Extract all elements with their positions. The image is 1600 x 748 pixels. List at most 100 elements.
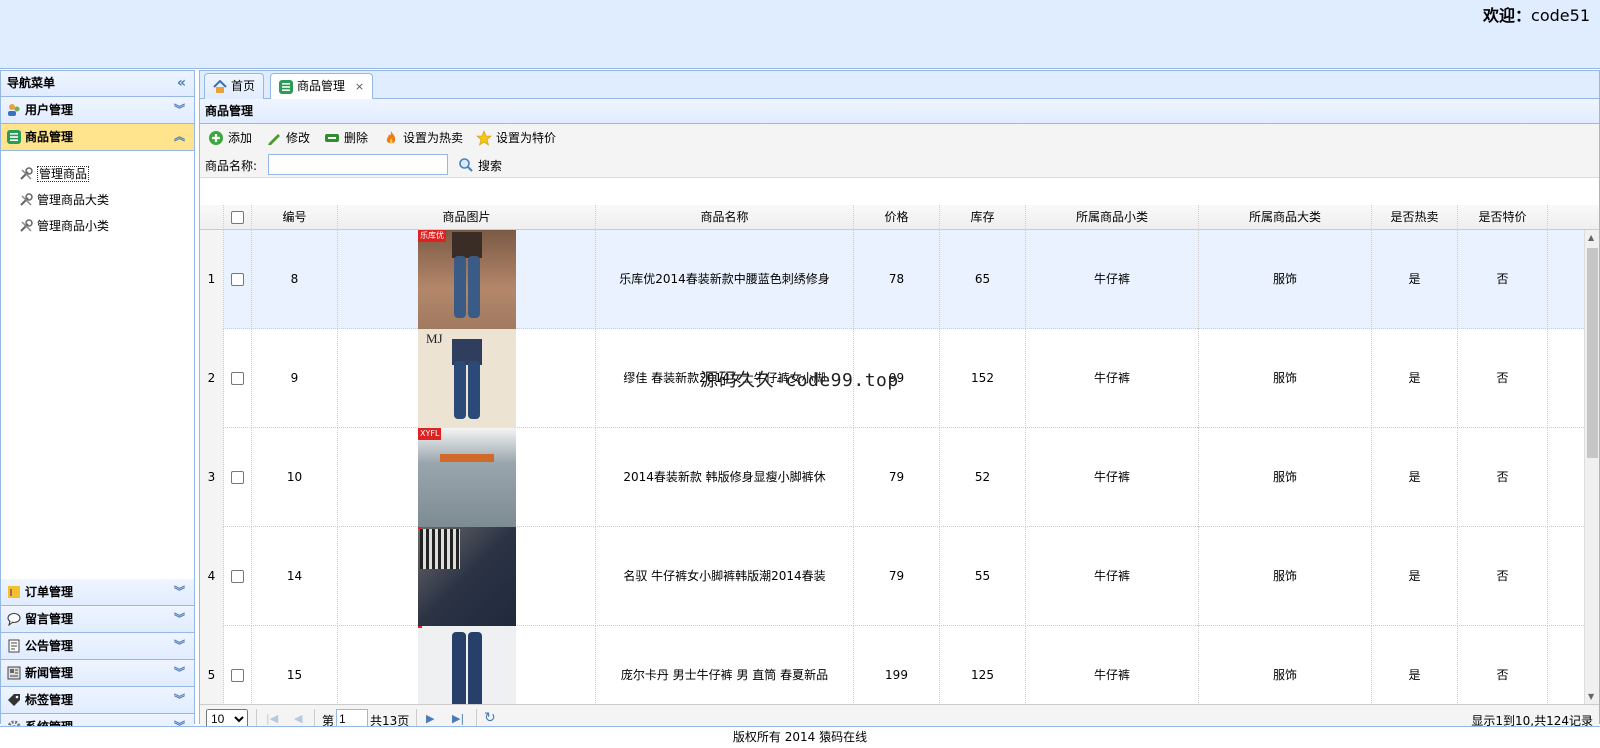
row-checkbox-cell[interactable] bbox=[224, 230, 252, 329]
order-icon bbox=[8, 586, 20, 598]
nav-section-order[interactable]: 订单管理 ︾ bbox=[1, 579, 194, 606]
cell-image: XYFL bbox=[338, 428, 596, 527]
search-icon bbox=[459, 158, 473, 172]
prev-page-icon[interactable]: ◀ bbox=[294, 712, 302, 725]
header-category[interactable]: 所属商品大类 bbox=[1199, 205, 1372, 230]
user-icon bbox=[8, 104, 20, 116]
tools-icon bbox=[20, 193, 33, 206]
product-image: MJ bbox=[418, 329, 516, 428]
row-checkbox[interactable] bbox=[231, 372, 244, 385]
header-subcategory[interactable]: 所属商品小类 bbox=[1026, 205, 1199, 230]
tools-icon bbox=[20, 167, 33, 180]
header-price[interactable]: 价格 bbox=[854, 205, 940, 230]
row-checkbox-cell[interactable] bbox=[224, 626, 252, 704]
set-hot-label: 设置为热卖 bbox=[403, 131, 464, 145]
cell-special: 否 bbox=[1458, 230, 1548, 329]
cell-subcategory: 牛仔裤 bbox=[1026, 626, 1199, 704]
row-checkbox-cell[interactable] bbox=[224, 428, 252, 527]
nav-section-tag[interactable]: 标签管理 ︾ bbox=[1, 687, 194, 714]
set-special-button[interactable]: 设置为特价 bbox=[476, 129, 556, 147]
table-row[interactable]: 4 14 名驭 牛仔裤女小脚裤韩版潮2014春装 79 55 牛仔裤 服饰 是 … bbox=[200, 527, 1584, 626]
nav-section-message[interactable]: 留言管理 ︾ bbox=[1, 606, 194, 633]
row-checkbox[interactable] bbox=[231, 273, 244, 286]
row-checkbox[interactable] bbox=[231, 570, 244, 583]
submenu-manage-goods[interactable]: 管理商品 bbox=[1, 161, 194, 187]
welcome-text: 欢迎：code51 bbox=[1483, 2, 1590, 26]
last-page-icon[interactable]: ▶| bbox=[452, 712, 464, 725]
list-icon bbox=[7, 130, 21, 144]
cell-subcategory: 牛仔裤 bbox=[1026, 428, 1199, 527]
refresh-icon[interactable]: ↻ bbox=[484, 710, 496, 726]
search-button[interactable]: 搜索 bbox=[458, 157, 502, 174]
chevron-down-icon: ︾ bbox=[174, 693, 185, 706]
notice-icon bbox=[8, 639, 20, 653]
nav-section-goods[interactable]: 商品管理 ︽ bbox=[1, 124, 194, 151]
row-checkbox-cell[interactable] bbox=[224, 329, 252, 428]
cell-stock: 125 bbox=[940, 626, 1026, 704]
row-checkbox[interactable] bbox=[231, 471, 244, 484]
image-tag: MJ bbox=[426, 331, 443, 346]
grid-scrollbar[interactable]: ▲ ▼ bbox=[1584, 230, 1599, 704]
table-row[interactable]: 1 8 乐库优 乐库优2014春装新款中腰蓝色刺绣修身 78 65 牛仔裤 服饰… bbox=[200, 230, 1584, 329]
scroll-down-icon[interactable]: ▼ bbox=[1588, 692, 1594, 701]
header-stock[interactable]: 库存 bbox=[940, 205, 1026, 230]
edit-button[interactable]: 修改 bbox=[266, 129, 310, 147]
nav-section-label: 留言管理 bbox=[25, 612, 74, 626]
header-select-all[interactable] bbox=[224, 205, 252, 230]
add-label: 添加 bbox=[228, 131, 253, 145]
tab-goods[interactable]: 商品管理 × bbox=[270, 73, 374, 101]
cell-category: 服饰 bbox=[1199, 230, 1372, 329]
nav-section-notice[interactable]: 公告管理 ︾ bbox=[1, 633, 194, 660]
watermark-text: 源码久久-code99.top bbox=[700, 370, 899, 391]
image-tag bbox=[418, 626, 422, 628]
welcome-label: 欢迎： bbox=[1483, 6, 1532, 25]
cell-name: 名驭 牛仔裤女小脚裤韩版潮2014春装 bbox=[596, 527, 854, 626]
cell-hot: 是 bbox=[1372, 230, 1458, 329]
goods-name-input[interactable] bbox=[268, 154, 448, 175]
nav-section-news[interactable]: 新闻管理 ︾ bbox=[1, 660, 194, 687]
cell-subcategory: 牛仔裤 bbox=[1026, 527, 1199, 626]
nav-section-user[interactable]: 用户管理 ︾ bbox=[1, 97, 194, 124]
remove-icon bbox=[325, 134, 339, 142]
submenu-label: 管理商品小类 bbox=[37, 219, 110, 233]
star-icon bbox=[476, 130, 492, 146]
nav-panel: 导航菜单 « 用户管理 ︾ 商品管理 ︽ 管理商品 管理商品大类 管理商品小类 … bbox=[0, 70, 195, 741]
edit-label: 修改 bbox=[286, 131, 311, 145]
goods-grid: 编号 商品图片 商品名称 价格 库存 所属商品小类 所属商品大类 是否热卖 是否… bbox=[200, 205, 1599, 704]
header-hot[interactable]: 是否热卖 bbox=[1372, 205, 1458, 230]
tab-bar: 首页 商品管理 × bbox=[199, 70, 1600, 101]
row-checkbox[interactable] bbox=[231, 669, 244, 682]
scroll-up-icon[interactable]: ▲ bbox=[1588, 233, 1594, 242]
set-hot-button[interactable]: 设置为热卖 bbox=[383, 129, 463, 147]
table-row[interactable]: 3 10 XYFL 2014春装新款 韩版修身显瘦小脚裤休 79 52 牛仔裤 bbox=[200, 428, 1584, 527]
panel-title: 商品管理 bbox=[200, 99, 1599, 124]
delete-button[interactable]: 删除 bbox=[324, 129, 368, 147]
tab-home[interactable]: 首页 bbox=[204, 73, 265, 100]
submenu-manage-category[interactable]: 管理商品大类 bbox=[1, 187, 194, 213]
next-page-icon[interactable]: ▶ bbox=[426, 712, 434, 725]
header-special[interactable]: 是否特价 bbox=[1458, 205, 1548, 230]
cell-id: 15 bbox=[252, 626, 338, 704]
header-image[interactable]: 商品图片 bbox=[338, 205, 596, 230]
header-name[interactable]: 商品名称 bbox=[596, 205, 854, 230]
cell-special: 否 bbox=[1458, 329, 1548, 428]
nav-title-label: 导航菜单 bbox=[7, 76, 56, 90]
close-icon[interactable]: × bbox=[355, 80, 364, 93]
header-id[interactable]: 编号 bbox=[252, 205, 338, 230]
add-button[interactable]: 添加 bbox=[208, 129, 252, 147]
cell-stock: 55 bbox=[940, 527, 1026, 626]
scrollbar-thumb[interactable] bbox=[1587, 248, 1598, 458]
tab-label: 首页 bbox=[231, 79, 256, 93]
table-row[interactable]: 5 15 庞尔卡丹 男士牛仔裤 男 直筒 春夏新品 199 125 牛仔裤 服饰… bbox=[200, 626, 1584, 704]
fire-icon bbox=[386, 131, 396, 144]
grid-body: 1 8 乐库优 乐库优2014春装新款中腰蓝色刺绣修身 78 65 牛仔裤 服饰… bbox=[200, 230, 1599, 704]
cell-category: 服饰 bbox=[1199, 527, 1372, 626]
first-page-icon[interactable]: |◀ bbox=[266, 712, 278, 725]
row-checkbox-cell[interactable] bbox=[224, 527, 252, 626]
cell-subcategory: 牛仔裤 bbox=[1026, 329, 1199, 428]
goods-submenu: 管理商品 管理商品大类 管理商品小类 bbox=[1, 151, 194, 579]
collapse-left-icon[interactable]: « bbox=[177, 71, 186, 95]
app-header: 欢迎：code51 bbox=[0, 0, 1600, 69]
submenu-manage-subcategory[interactable]: 管理商品小类 bbox=[1, 213, 194, 239]
select-all-checkbox[interactable] bbox=[231, 211, 244, 224]
